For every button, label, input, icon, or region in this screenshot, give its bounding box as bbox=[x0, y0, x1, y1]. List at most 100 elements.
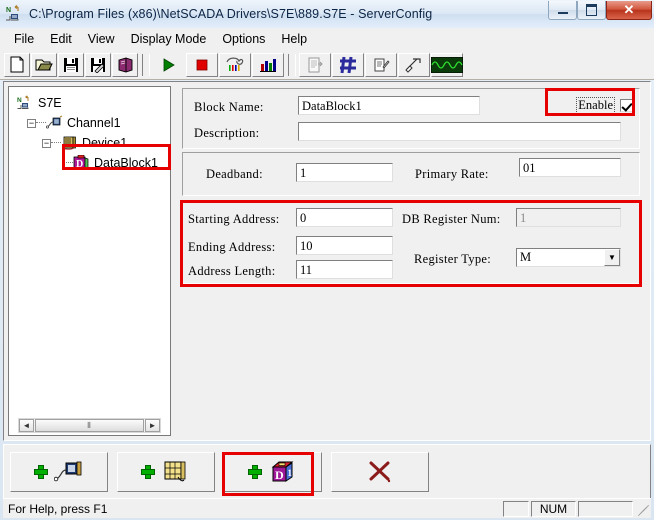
add-device-button[interactable] bbox=[117, 452, 215, 492]
ending-address-label: Ending Address: bbox=[188, 240, 276, 254]
stop-square-icon bbox=[195, 58, 209, 72]
tree-node-s7e[interactable]: N S7E bbox=[15, 93, 170, 113]
plus-icon bbox=[141, 465, 155, 479]
add-datablock-icon: D 1 bbox=[268, 459, 298, 485]
server-config-window: N C:\Program Files (x86)\NetSCADA Driver… bbox=[0, 0, 654, 520]
menu-item-display-mode[interactable]: Display Mode bbox=[123, 30, 215, 48]
status-pane-num: NUM bbox=[531, 500, 576, 517]
scroll-thumb[interactable]: ⦀ bbox=[35, 419, 144, 432]
scroll-left-arrow-icon[interactable]: ◄ bbox=[19, 419, 34, 432]
main-toolbar bbox=[0, 50, 654, 80]
plus-icon bbox=[34, 465, 48, 479]
rate-group: Deadband: Primary Rate: bbox=[182, 152, 640, 196]
toolbar-separator-1 bbox=[142, 53, 150, 76]
primary-rate-input[interactable] bbox=[519, 158, 621, 177]
channel-icon bbox=[46, 115, 63, 131]
name-group: Block Name: Enable Description: bbox=[182, 88, 640, 149]
tree-node-channel1[interactable]: − Channel1 bbox=[15, 113, 170, 133]
ending-address-input[interactable] bbox=[296, 236, 393, 255]
address-length-input[interactable] bbox=[296, 260, 393, 279]
maximize-button[interactable] bbox=[577, 1, 606, 20]
menu-item-help[interactable]: Help bbox=[273, 30, 315, 48]
add-device-icon bbox=[161, 459, 191, 485]
address-group: Starting Address: DB Register Num: Endin… bbox=[182, 202, 640, 284]
statistics-button[interactable] bbox=[252, 52, 284, 77]
expander-device1[interactable]: − bbox=[42, 138, 51, 148]
delete-x-icon bbox=[367, 460, 393, 484]
block-name-label: Block Name: bbox=[194, 100, 264, 114]
scroll-right-arrow-icon[interactable]: ► bbox=[145, 419, 160, 432]
menu-bar: File Edit View Display Mode Options Help bbox=[0, 28, 654, 50]
resize-grip-icon[interactable] bbox=[635, 502, 650, 516]
book-icon bbox=[117, 57, 134, 73]
minimize-button[interactable] bbox=[548, 1, 577, 20]
starting-address-input[interactable] bbox=[296, 208, 393, 227]
document-list-icon bbox=[307, 57, 323, 73]
title-bar: N C:\Program Files (x86)\NetSCADA Driver… bbox=[0, 0, 654, 29]
notes-button[interactable] bbox=[365, 52, 397, 77]
device-tree-panel[interactable]: N S7E − Channel1 − Device1 D DataBlock1 … bbox=[8, 86, 171, 436]
status-pane-1 bbox=[503, 500, 529, 517]
root-server-icon: N bbox=[17, 95, 34, 111]
toolbar-separator-2 bbox=[288, 53, 296, 76]
db-register-num-label: DB Register Num: bbox=[402, 212, 501, 226]
menu-item-options[interactable]: Options bbox=[214, 30, 273, 48]
status-pane-3 bbox=[578, 500, 633, 517]
chevron-down-icon[interactable]: ▼ bbox=[604, 249, 620, 266]
save-as-button[interactable] bbox=[85, 52, 111, 77]
action-button-bar: D 1 bbox=[3, 444, 651, 500]
deadband-input[interactable] bbox=[296, 163, 393, 182]
waveform-scope-icon bbox=[431, 56, 463, 73]
address-length-label: Address Length: bbox=[188, 264, 276, 278]
description-input[interactable] bbox=[298, 122, 621, 141]
help-book-button[interactable] bbox=[112, 52, 138, 77]
tree-connector bbox=[36, 122, 46, 124]
tag-grid-button[interactable] bbox=[332, 52, 364, 77]
delete-button[interactable] bbox=[331, 452, 429, 492]
stop-button[interactable] bbox=[186, 52, 218, 77]
svg-text:D: D bbox=[275, 468, 284, 482]
svg-text:N: N bbox=[17, 97, 22, 104]
menu-item-view[interactable]: View bbox=[80, 30, 123, 48]
block-name-input[interactable] bbox=[298, 96, 480, 115]
enable-group: Enable bbox=[576, 97, 633, 114]
register-type-label: Register Type: bbox=[414, 252, 492, 266]
scope-button[interactable] bbox=[431, 52, 463, 77]
open-file-button[interactable] bbox=[31, 52, 57, 77]
play-run-icon bbox=[161, 57, 177, 72]
save-button[interactable] bbox=[58, 52, 84, 77]
tree-connector bbox=[51, 142, 61, 144]
db-register-num-input bbox=[516, 208, 621, 227]
wiring-tool-icon bbox=[225, 56, 245, 73]
svg-text:1: 1 bbox=[288, 468, 293, 478]
diagnostics-button[interactable] bbox=[219, 52, 251, 77]
maximize-icon bbox=[586, 4, 597, 16]
tree-horizontal-scrollbar[interactable]: ◄ ⦀ ► bbox=[18, 418, 161, 433]
save-disk-icon bbox=[63, 57, 79, 73]
pointer-button[interactable] bbox=[398, 52, 430, 77]
register-type-value: M bbox=[520, 250, 532, 264]
close-button[interactable]: ✕ bbox=[606, 1, 652, 20]
starting-address-label: Starting Address: bbox=[188, 212, 280, 226]
app-icon: N bbox=[5, 4, 25, 24]
pointer-hand-icon bbox=[405, 57, 423, 73]
highlight-datablock-node bbox=[62, 144, 171, 170]
deadband-label: Deadband: bbox=[206, 167, 263, 181]
svg-text:N: N bbox=[6, 7, 11, 14]
primary-rate-label: Primary Rate: bbox=[415, 167, 489, 181]
window-controls: ✕ bbox=[548, 1, 652, 20]
new-file-button[interactable] bbox=[4, 52, 30, 77]
block-properties-form: Block Name: Enable Description: Deadband… bbox=[180, 86, 644, 436]
menu-item-file[interactable]: File bbox=[6, 30, 42, 48]
register-type-combobox[interactable]: M ▼ bbox=[516, 248, 621, 267]
add-datablock-button[interactable]: D 1 bbox=[224, 452, 322, 492]
enable-checkbox[interactable] bbox=[620, 99, 633, 112]
add-channel-button[interactable] bbox=[10, 452, 108, 492]
window-title: C:\Program Files (x86)\NetSCADA Drivers\… bbox=[29, 7, 433, 21]
notes-pen-icon bbox=[373, 57, 390, 73]
menu-item-edit[interactable]: Edit bbox=[42, 30, 80, 48]
run-button[interactable] bbox=[153, 53, 185, 77]
grid-hash-icon bbox=[339, 56, 357, 74]
report-button[interactable] bbox=[299, 52, 331, 77]
expander-channel1[interactable]: − bbox=[27, 118, 36, 128]
